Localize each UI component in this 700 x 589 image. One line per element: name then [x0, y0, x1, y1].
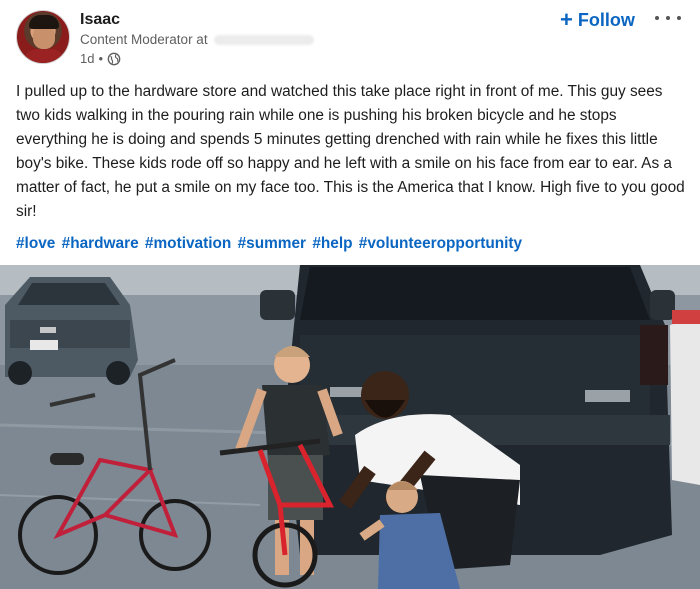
author-headline-text: Content Moderator at — [80, 32, 208, 47]
post-time: 1d — [80, 51, 95, 66]
redacted-company — [213, 35, 314, 46]
hashtag-link[interactable]: #hardware — [62, 235, 139, 252]
author-name[interactable]: Isaac — [80, 11, 120, 29]
post-photo-illustration — [0, 265, 700, 589]
follow-button[interactable]: + Follow — [560, 8, 635, 32]
more-options-icon[interactable] — [655, 10, 681, 26]
meta-separator: • — [98, 51, 104, 66]
dot — [677, 16, 681, 20]
hashtag-link[interactable]: #volunteeropportunity — [359, 235, 522, 252]
hashtag-link[interactable]: #motivation — [145, 235, 231, 252]
dot — [666, 16, 670, 20]
hashtag-list: #love #hardware #motivation #summer #hel… — [16, 235, 688, 253]
post-text: I pulled up to the hardware store and wa… — [16, 83, 685, 220]
avatar[interactable] — [16, 10, 70, 64]
hashtag-link[interactable]: #love — [16, 235, 55, 252]
avatar-hair — [29, 15, 59, 29]
author-headline: Content Moderator at — [80, 32, 314, 47]
globe-icon — [107, 52, 121, 65]
post-header: Isaac Content Moderator at 1d • + Follow — [0, 0, 700, 68]
plus-icon: + — [560, 7, 573, 32]
hashtag-link[interactable]: #help — [312, 235, 352, 252]
post-image[interactable] — [0, 265, 700, 589]
hashtag-link[interactable]: #summer — [238, 235, 306, 252]
follow-label: Follow — [577, 9, 635, 30]
avatar-shirt — [23, 49, 65, 63]
background-car — [5, 277, 138, 385]
dot — [655, 16, 659, 20]
post-meta: 1d • — [80, 51, 121, 66]
